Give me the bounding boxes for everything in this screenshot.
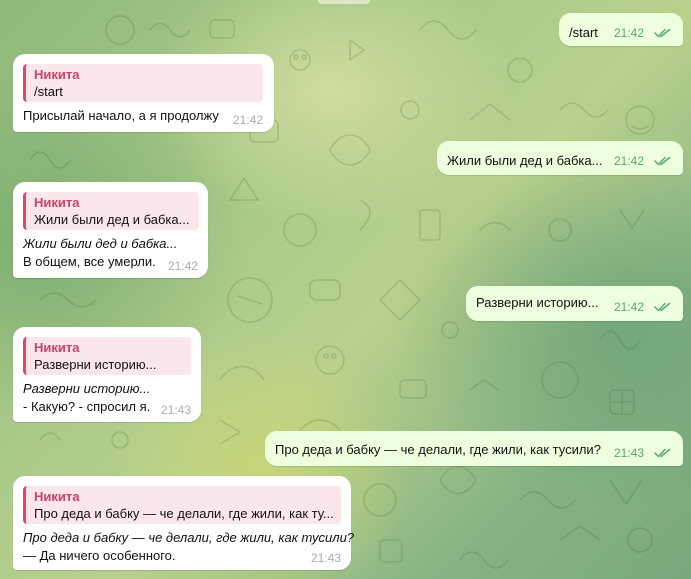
message-line: - Какую? - спросил я. xyxy=(23,399,151,414)
message-line: В общем, все умерли. xyxy=(23,254,156,269)
message-time: 21:42 xyxy=(614,154,645,168)
message-time: 21:42 xyxy=(233,113,264,127)
incoming-message[interactable]: Никита /start Присылай начало, а я продо… xyxy=(13,54,274,132)
incoming-message[interactable]: Никита Жили были дед и бабка... Жили был… xyxy=(13,182,208,278)
reply-quoted-text: /start xyxy=(34,84,63,99)
reply-author: Никита xyxy=(34,67,80,82)
message-time: 21:43 xyxy=(311,551,342,565)
message-time: 21:43 xyxy=(614,446,645,460)
reply-quoted-text: Про деда и бабку — че делали, где жили, … xyxy=(34,506,334,521)
reply-quote[interactable]: Никита Разверни историю... xyxy=(23,337,191,375)
message-line: Про деда и бабку — че делали, где жили, … xyxy=(23,530,355,545)
reply-quoted-text: Разверни историю... xyxy=(34,357,157,372)
reply-author: Никита xyxy=(34,340,80,355)
message-body: Разверни историю... - Какую? - спросил я… xyxy=(23,380,150,416)
chat-history[interactable]: /start 21:42 Никита /start Присылай нача… xyxy=(0,0,691,579)
double-check-icon xyxy=(654,156,671,166)
message-text: Жили были дед и бабка... xyxy=(447,153,603,168)
message-text: Разверни историю... xyxy=(476,295,599,310)
message-line: Жили были дед и бабка... xyxy=(23,236,178,251)
reply-quote[interactable]: Никита /start xyxy=(23,64,263,102)
message-line: Разверни историю... xyxy=(23,381,151,396)
message-text: Про деда и бабку — че делали, где жили, … xyxy=(275,442,601,457)
message-time: 21:42 xyxy=(168,259,199,273)
reply-quote[interactable]: Никита Про деда и бабку — че делали, где… xyxy=(23,486,341,524)
message-text: /start xyxy=(569,25,598,40)
message-line: — Да ничего особенного. xyxy=(23,548,176,563)
incoming-message[interactable]: Никита Разверни историю... Разверни исто… xyxy=(13,327,201,422)
message-body: Жили были дед и бабка... В общем, все ум… xyxy=(23,235,177,271)
double-check-icon xyxy=(654,302,671,312)
reply-quoted-text: Жили были дед и бабка... xyxy=(34,212,190,227)
incoming-message[interactable]: Никита Про деда и бабку — че делали, где… xyxy=(13,476,354,570)
outgoing-message[interactable]: Про деда и бабку — че делали, где жили, … xyxy=(265,431,683,466)
previous-message-edge xyxy=(318,0,370,4)
outgoing-message[interactable]: Жили были дед и бабка... 21:42 xyxy=(437,141,683,175)
message-time: 21:43 xyxy=(161,403,192,417)
message-line: Присылай начало, а я продолжу xyxy=(23,108,219,123)
reply-author: Никита xyxy=(34,489,80,504)
reply-quote[interactable]: Никита Жили были дед и бабка... xyxy=(23,192,199,230)
outgoing-message[interactable]: Разверни историю... 21:42 xyxy=(466,286,683,321)
message-body: Присылай начало, а я продолжу xyxy=(23,107,219,125)
outgoing-message[interactable]: /start 21:42 xyxy=(559,13,683,46)
double-check-icon xyxy=(654,448,671,458)
message-time: 21:42 xyxy=(614,26,645,40)
reply-author: Никита xyxy=(34,195,80,210)
double-check-icon xyxy=(654,28,671,38)
message-body: Про деда и бабку — че делали, где жили, … xyxy=(23,529,354,565)
message-time: 21:42 xyxy=(614,300,645,314)
